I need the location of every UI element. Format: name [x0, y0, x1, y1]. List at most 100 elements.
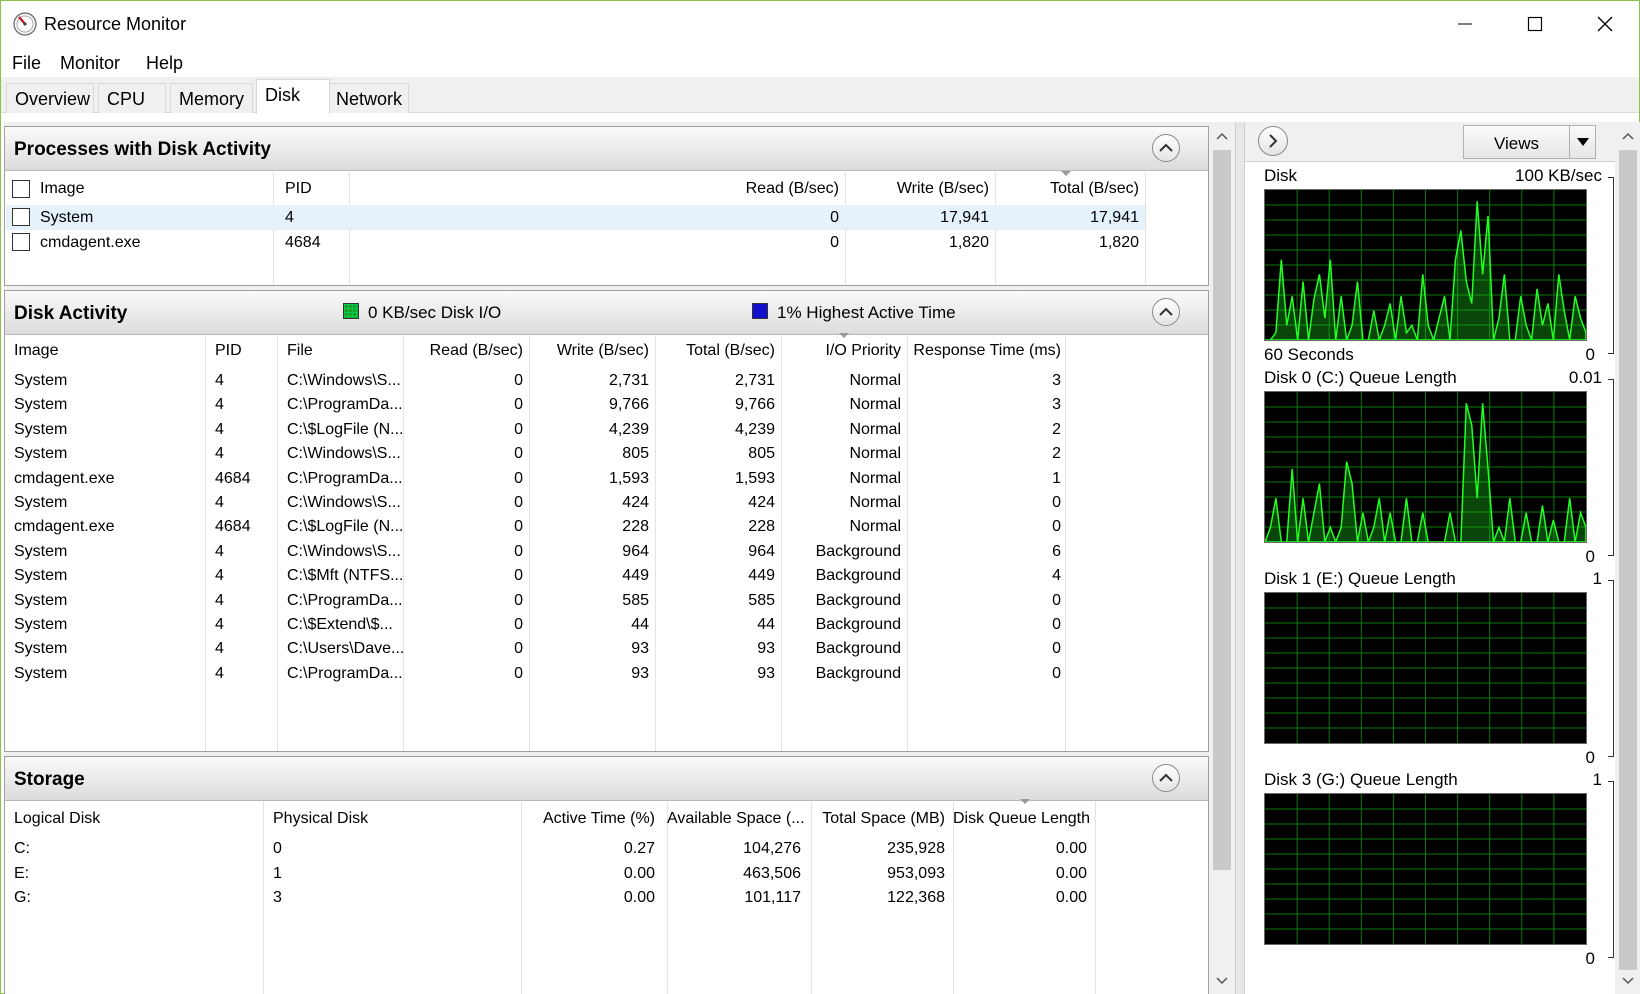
- cell-image: System: [40, 209, 94, 226]
- cell-available: 101,117: [744, 889, 801, 906]
- table-row[interactable]: System 4 C:\$Mft (NTFS... 0 449 449 Background…: [6, 564, 1145, 588]
- table-row[interactable]: System 4 C:\$LogFile (N... 0 4,239 4,239 Norma…: [6, 418, 1145, 442]
- cell-file: C:\$Extend\$...: [287, 616, 393, 633]
- column-header-read[interactable]: Read (B/sec): [403, 342, 523, 360]
- tab-memory[interactable]: Memory: [170, 83, 253, 113]
- table-row[interactable]: System 4 C:\Users\Dave... 0 93 93 Background 0: [6, 637, 1145, 661]
- scroll-up-icon[interactable]: [1615, 126, 1640, 146]
- table-row[interactable]: cmdagent.exe 4684 C:\ProgramDa... 0 1,593 1,5…: [6, 467, 1145, 491]
- column-header-pid[interactable]: PID: [215, 342, 242, 360]
- collapse-graphs-button[interactable]: [1258, 126, 1288, 156]
- column-header-logical[interactable]: Logical Disk: [14, 810, 100, 828]
- processes-header[interactable]: Processes with Disk Activity: [5, 127, 1208, 171]
- right-scrollbar[interactable]: [1615, 122, 1640, 994]
- menu-file[interactable]: File: [12, 53, 41, 74]
- menu-help[interactable]: Help: [146, 53, 183, 74]
- table-row[interactable]: cmdagent.exe 4684 C:\$LogFile (N... 0 228 228…: [6, 515, 1145, 539]
- tab-disk[interactable]: Disk: [256, 79, 330, 114]
- cell-write: 44: [631, 616, 649, 633]
- right-scrollbar-thumb[interactable]: [1619, 150, 1637, 970]
- tab-cpu[interactable]: CPU: [98, 83, 166, 113]
- table-row[interactable]: System 4 C:\ProgramDa... 0 585 585 Background 0: [6, 589, 1145, 613]
- scroll-down-icon[interactable]: [1615, 971, 1640, 991]
- graph-footer-left: 60 Seconds: [1264, 345, 1354, 364]
- pane-splitter[interactable]: [1235, 122, 1245, 994]
- column-header-write[interactable]: Write (B/sec): [529, 342, 649, 360]
- views-dropdown[interactable]: [1569, 126, 1595, 158]
- graph-scale-bracket: [1608, 580, 1614, 757]
- column-header-read[interactable]: Read (B/sec): [625, 180, 839, 198]
- cell-active: 0.00: [623, 889, 655, 906]
- cell-pid: 4: [215, 396, 224, 414]
- graph-scale-bracket: [1608, 781, 1614, 958]
- storage-header[interactable]: Storage: [5, 757, 1208, 801]
- views-button[interactable]: Views: [1463, 125, 1596, 159]
- menu-monitor[interactable]: Monitor: [60, 53, 120, 74]
- row-checkbox[interactable]: [12, 233, 30, 251]
- cell-priority: Normal: [849, 372, 901, 389]
- disk-activity-collapse-button[interactable]: [1152, 298, 1180, 326]
- close-button[interactable]: [1571, 1, 1639, 47]
- table-row[interactable]: System 4 0 17,941 17,941: [6, 205, 1145, 230]
- table-row[interactable]: G: 3 0.00 101,117 122,368 0.00: [6, 886, 1145, 910]
- cell-total: 424: [748, 494, 775, 511]
- table-row[interactable]: System 4 C:\ProgramDa... 0 9,766 9,766 Normal 3: [6, 393, 1145, 417]
- scroll-up-icon[interactable]: [1209, 126, 1235, 146]
- processes-section: Processes with Disk Activity Image PID R…: [4, 126, 1209, 286]
- cell-write: 585: [622, 591, 649, 609]
- disk-io-legend-swatch: [343, 303, 359, 319]
- cell-file: C:\$LogFile (N...: [287, 518, 404, 536]
- cell-response: 0: [1052, 518, 1061, 536]
- scroll-down-icon[interactable]: [1209, 971, 1235, 991]
- column-header-total[interactable]: Total (B/sec): [655, 342, 775, 360]
- minimize-button[interactable]: [1431, 1, 1499, 47]
- sort-descending-icon: [1061, 171, 1071, 176]
- cell-pid: 4: [215, 640, 224, 658]
- table-row[interactable]: System 4 C:\Windows\S... 0 964 964 Background 6: [6, 540, 1145, 564]
- column-header-total[interactable]: Total (B/sec): [995, 180, 1139, 198]
- cell-priority: Background: [815, 591, 901, 609]
- select-all-checkbox[interactable]: [12, 180, 30, 198]
- column-header-priority[interactable]: I/O Priority: [781, 342, 901, 360]
- cell-physical: 1: [273, 864, 282, 882]
- tab-network[interactable]: Network: [327, 83, 409, 113]
- column-header-image[interactable]: Image: [14, 342, 58, 360]
- column-header-total[interactable]: Total Space (MB): [811, 810, 945, 828]
- cell-image: System: [14, 445, 68, 463]
- cell-write: 93: [631, 664, 649, 682]
- cell-write: 9,766: [608, 396, 649, 414]
- cell-file: C:\Users\Dave...: [287, 640, 405, 658]
- table-row[interactable]: System 4 C:\ProgramDa... 0 93 93 Background 0: [6, 662, 1145, 686]
- left-scrollbar-thumb[interactable]: [1213, 150, 1231, 870]
- column-header-pid[interactable]: PID: [285, 180, 312, 198]
- table-row[interactable]: System 4 C:\Windows\S... 0 805 805 Normal 2: [6, 442, 1145, 466]
- column-header-response[interactable]: Response Time (ms): [907, 342, 1061, 360]
- column-header-available[interactable]: Available Space (...: [667, 810, 805, 828]
- table-row[interactable]: System 4 C:\$Extend\$... 0 44 44 Background 0: [6, 613, 1145, 637]
- table-row[interactable]: C: 0 0.27 104,276 235,928 0.00: [6, 837, 1145, 861]
- column-header-write[interactable]: Write (B/sec): [845, 180, 989, 198]
- row-checkbox[interactable]: [12, 208, 30, 226]
- cell-total: 122,368: [887, 889, 945, 906]
- column-header-active[interactable]: Active Time (%): [521, 810, 655, 828]
- column-header-physical[interactable]: Physical Disk: [273, 810, 368, 828]
- maximize-button[interactable]: [1501, 1, 1569, 47]
- cell-pid: 4: [215, 445, 224, 463]
- tab-overview[interactable]: Overview: [6, 83, 94, 113]
- tab-bar: Overview CPU Memory Disk Network: [1, 77, 1639, 114]
- left-scrollbar[interactable]: [1209, 122, 1235, 994]
- cell-priority: Background: [815, 664, 901, 682]
- table-row[interactable]: cmdagent.exe 4684 0 1,820 1,820: [6, 230, 1145, 255]
- processes-collapse-button[interactable]: [1152, 134, 1180, 162]
- cell-file: C:\$LogFile (N...: [287, 420, 404, 438]
- storage-collapse-button[interactable]: [1152, 764, 1180, 792]
- disk-activity-header[interactable]: Disk Activity 0 KB/sec Disk I/O 1% Highe…: [5, 291, 1208, 335]
- table-row[interactable]: E: 1 0.00 463,506 953,093 0.00: [6, 862, 1145, 886]
- cell-write: 228: [622, 518, 649, 536]
- table-row[interactable]: System 4 C:\Windows\S... 0 424 424 Normal 0: [6, 491, 1145, 515]
- column-header-queue[interactable]: Disk Queue Length: [953, 810, 1090, 828]
- cell-image: System: [14, 664, 68, 682]
- column-header-image[interactable]: Image: [40, 180, 84, 198]
- table-row[interactable]: System 4 C:\Windows\S... 0 2,731 2,731 Normal 3: [6, 369, 1145, 393]
- column-header-file[interactable]: File: [287, 342, 313, 360]
